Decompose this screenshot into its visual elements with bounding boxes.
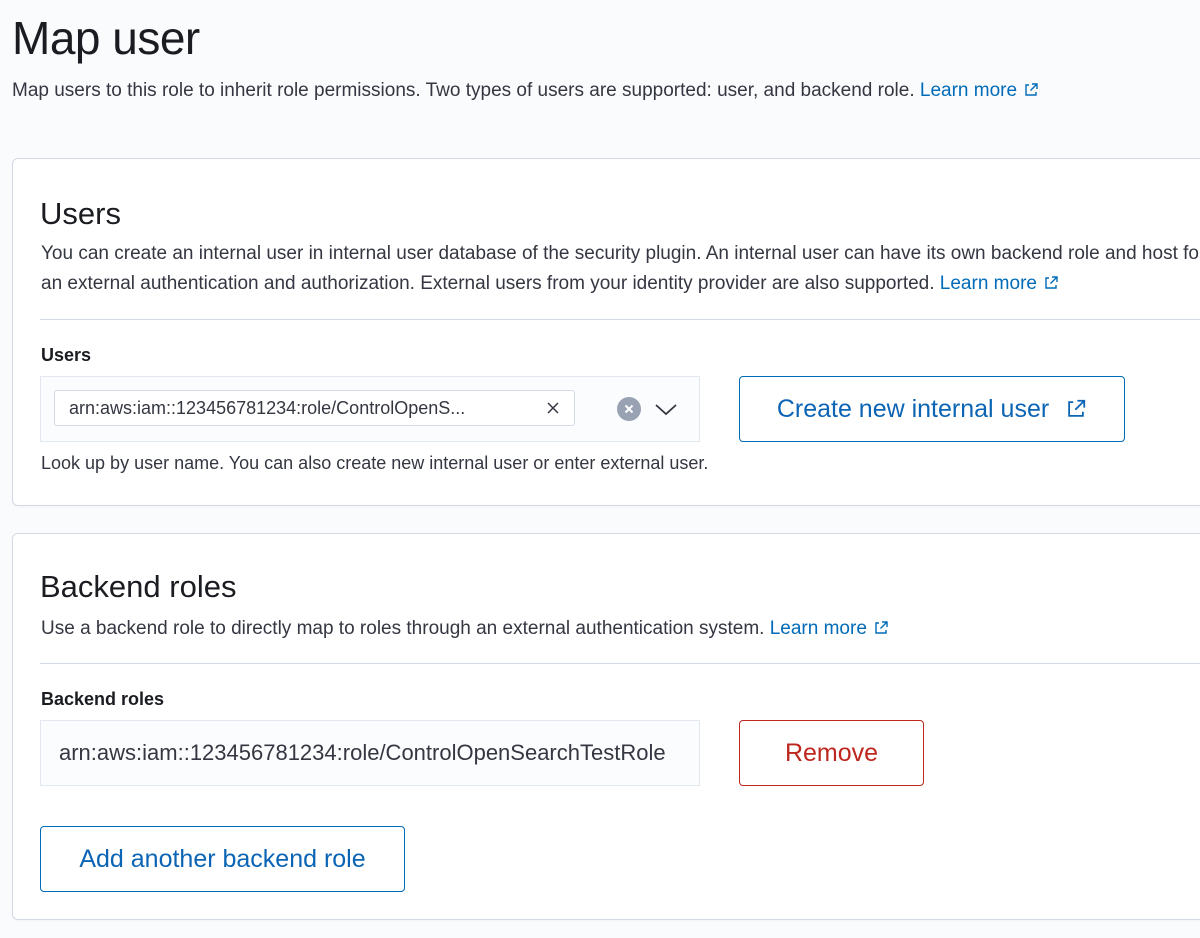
external-link-icon xyxy=(1025,83,1038,96)
users-learn-more-link[interactable]: Learn more xyxy=(940,273,1059,294)
add-backend-role-button[interactable]: Add another backend role xyxy=(40,826,405,892)
close-icon[interactable] xyxy=(546,401,560,415)
backend-learn-more-link[interactable]: Learn more xyxy=(770,618,889,639)
users-panel-description: You can create an internal user in inter… xyxy=(41,239,1200,299)
backend-learn-more-label: Learn more xyxy=(769,618,867,639)
users-combobox[interactable]: arn:aws:iam::123456781234:role/ControlOp… xyxy=(40,376,700,442)
users-help-text: Look up by user name. You can also creat… xyxy=(41,453,709,473)
users-learn-more-label: Learn more xyxy=(939,273,1037,294)
create-internal-user-label: Create new internal user xyxy=(776,394,1050,423)
users-panel: Users You can create an internal user in… xyxy=(12,158,1200,506)
clear-icon[interactable] xyxy=(617,397,641,421)
users-field-label: Users xyxy=(41,345,92,365)
page-description-text: Map users to this role to inherit role p… xyxy=(12,80,915,101)
page-description: Map users to this role to inherit role p… xyxy=(12,78,1039,104)
external-link-icon xyxy=(875,621,888,634)
page-title: Map user xyxy=(12,12,200,64)
backend-panel-description: Use a backend role to directly map to ro… xyxy=(41,614,1200,644)
add-backend-role-label: Add another backend role xyxy=(79,844,366,873)
backend-role-input[interactable] xyxy=(40,720,700,786)
external-link-icon xyxy=(1045,276,1058,289)
backend-description-text: Use a backend role to directly map to ro… xyxy=(41,618,765,639)
users-panel-title: Users xyxy=(40,196,121,231)
backend-roles-field-label: Backend roles xyxy=(41,689,165,709)
selected-user-text: arn:aws:iam::123456781234:role/ControlOp… xyxy=(69,397,466,418)
remove-backend-role-button[interactable]: Remove xyxy=(739,720,924,786)
users-divider xyxy=(40,319,1200,320)
chevron-down-icon[interactable] xyxy=(653,399,679,424)
remove-button-label: Remove xyxy=(784,738,879,767)
map-user-page: Map user Map users to this role to inher… xyxy=(0,0,1200,938)
page-learn-more-link[interactable]: Learn more xyxy=(920,80,1039,101)
external-link-icon xyxy=(1068,399,1086,417)
selected-user-pill: arn:aws:iam::123456781234:role/ControlOp… xyxy=(54,390,575,426)
create-internal-user-button[interactable]: Create new internal user xyxy=(739,376,1125,442)
backend-divider xyxy=(40,663,1200,664)
page-learn-more-label: Learn more xyxy=(919,80,1018,101)
backend-roles-panel: Backend roles Use a backend role to dire… xyxy=(12,533,1200,920)
backend-panel-title: Backend roles xyxy=(40,569,237,604)
